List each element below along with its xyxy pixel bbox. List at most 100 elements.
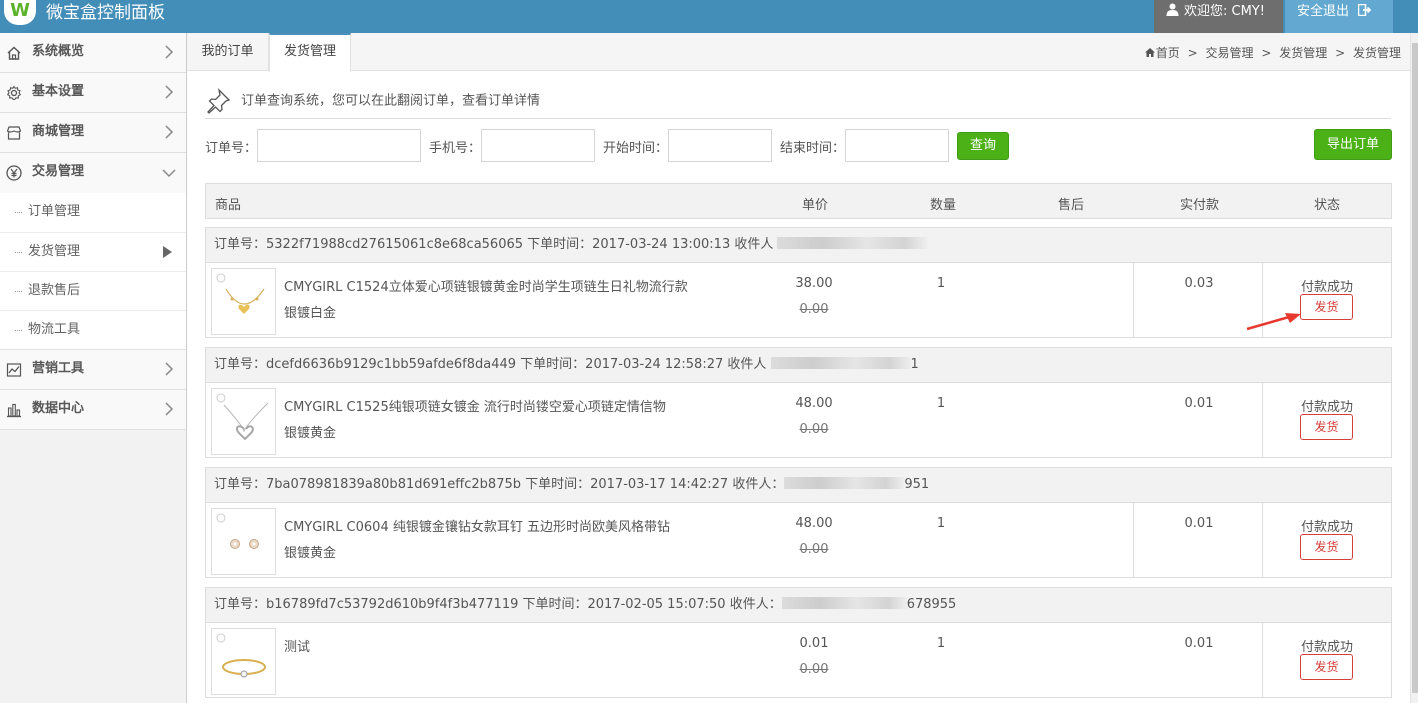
sidebar-item-label: 系统概览 (32, 44, 85, 59)
product-name[interactable]: CMYGIRL C0604 纯银镀金镶钻女款耳钉 五边形时尚欧美风格带钻 (284, 516, 670, 535)
product-spec: 银镀黄金 (284, 546, 337, 561)
original-price: 0.00 (799, 662, 829, 677)
caret-right-icon (163, 246, 172, 258)
quantity: 1 (936, 636, 946, 651)
trade-submenu: 订单管理 发货管理 退款售后 物流工具 (0, 193, 186, 350)
product-thumbnail[interactable] (211, 268, 276, 335)
column-header: 商品 (215, 198, 242, 213)
sidebar-item-mall[interactable]: 商城管理 (0, 113, 186, 153)
tab-my-orders[interactable]: 我的订单 (187, 33, 269, 71)
end-time-input[interactable] (845, 129, 949, 162)
sidebar-subitem-label: 发货管理 (28, 244, 81, 259)
export-orders-button[interactable]: 导出订单 (1314, 129, 1392, 160)
vertical-scrollbar[interactable] (1410, 33, 1418, 703)
paid-amount: 0.01 (1184, 636, 1214, 651)
product-name[interactable]: 测试 (284, 636, 310, 655)
necklace-heart-icon (216, 273, 265, 314)
sidebar-item-label: 基本设置 (32, 84, 85, 99)
unit-price: 0.01 (799, 636, 829, 651)
quantity: 1 (936, 516, 946, 531)
original-price: 0.00 (799, 302, 829, 317)
phone-input[interactable] (481, 129, 595, 162)
page-notice: 订单查询系统，您可以在此翻阅订单，查看订单详情 (205, 88, 540, 114)
chevron-right-icon (165, 85, 174, 99)
column-divider (1133, 503, 1134, 577)
ship-button[interactable]: 发货 (1300, 654, 1353, 680)
tree-dash (15, 252, 22, 253)
sidebar-subitem-logistics[interactable]: 物流工具 (0, 310, 186, 349)
order-header: 订单号：7ba078981839a80b81d691effc2b875b 下单时… (206, 468, 1391, 503)
breadcrumb-separator: > (1187, 46, 1198, 60)
sidebar-subitem-shipping[interactable]: 发货管理 (0, 232, 186, 271)
ship-button[interactable]: 发货 (1300, 294, 1353, 320)
order-card: 订单号：dcefd6636b9129c1bb59afde6f8da449 下单时… (205, 347, 1392, 458)
scrollbar-thumb[interactable] (1412, 43, 1418, 693)
breadcrumb-item[interactable]: 发货管理 (1279, 46, 1327, 60)
paid-amount: 0.01 (1184, 516, 1214, 531)
app-title: 微宝盒控制面板 (46, 3, 165, 23)
product-thumbnail[interactable] (211, 388, 276, 455)
column-header: 状态 (1314, 198, 1341, 213)
breadcrumb-item[interactable]: 交易管理 (1206, 46, 1254, 60)
paid-amount: 0.01 (1184, 396, 1214, 411)
order-card: 订单号：5322f71988cd27615061c8e68ca56065 下单时… (205, 227, 1392, 338)
order-header: 订单号：b16789fd7c53792d610b9f4f3b477119 下单时… (206, 588, 1391, 623)
breadcrumb-separator: > (1261, 46, 1272, 60)
unit-price: 48.00 (795, 516, 833, 531)
sidebar-item-label: 商城管理 (32, 124, 85, 139)
order-status: 付款成功 (1300, 400, 1353, 415)
sidebar-item-basic-settings[interactable]: 基本设置 (0, 73, 186, 113)
sidebar-item-label: 营销工具 (32, 361, 85, 376)
product-thumbnail[interactable] (211, 628, 276, 695)
order-info: 订单号：dcefd6636b9129c1bb59afde6f8da449 下单时… (214, 357, 767, 372)
main-content: 我的订单 发货管理 首页 > 交易管理 > 发货管理 > 发货管理 订单查询系统… (187, 33, 1418, 703)
order-status: 付款成功 (1300, 280, 1353, 295)
end-time-label: 结束时间： (780, 141, 846, 156)
column-divider (1262, 503, 1263, 577)
order-status: 付款成功 (1300, 640, 1353, 655)
ship-button[interactable]: 发货 (1300, 534, 1353, 560)
store-icon (6, 126, 22, 140)
sign-out-icon (1358, 4, 1372, 16)
sidebar-item-label: 数据中心 (32, 401, 85, 416)
sidebar-item-marketing[interactable]: 营销工具 (0, 350, 186, 390)
order-card: 订单号：b16789fd7c53792d610b9f4f3b477119 下单时… (205, 587, 1392, 698)
sidebar-subitem-refunds[interactable]: 退款售后 (0, 271, 186, 310)
table-header: 商品 单价 数量 售后 实付款 状态 (205, 183, 1392, 219)
product-thumbnail[interactable] (211, 508, 276, 575)
sidebar-item-trade[interactable]: 交易管理 (0, 153, 186, 193)
app-logo: W (4, 0, 36, 25)
column-divider (1262, 623, 1263, 697)
breadcrumb-item[interactable]: 首页 (1156, 46, 1180, 60)
chevron-right-icon (165, 125, 174, 139)
earrings-icon (216, 513, 259, 549)
sidebar-subitem-orders[interactable]: 订单管理 (0, 193, 186, 232)
sidebar-item-data-center[interactable]: 数据中心 (0, 390, 186, 430)
column-header: 单价 (802, 198, 829, 213)
tree-dash (15, 330, 22, 331)
product-name[interactable]: CMYGIRL C1525纯银项链女镀金 流行时尚镂空爱心项链定情信物 (284, 396, 666, 415)
chevron-right-icon (165, 402, 174, 416)
user-menu[interactable]: 欢迎您: CMY! (1154, 0, 1283, 33)
gear-icon (6, 85, 22, 101)
chart-line-icon (6, 363, 22, 377)
product-name[interactable]: CMYGIRL C1524立体爱心项链银镀黄金时尚学生项链生日礼物流行款 (284, 276, 688, 295)
unit-price: 38.00 (795, 276, 833, 291)
ship-button[interactable]: 发货 (1300, 414, 1353, 440)
sidebar-item-overview[interactable]: 系统概览 (0, 33, 186, 73)
sidebar-subitem-label: 订单管理 (28, 204, 81, 219)
order-header: 订单号：dcefd6636b9129c1bb59afde6f8da449 下单时… (206, 348, 1391, 383)
breadcrumb-item: 发货管理 (1352, 46, 1401, 60)
blurred-recipient (770, 357, 911, 369)
order-no-input[interactable] (257, 129, 421, 162)
chevron-down-icon (162, 169, 176, 178)
tab-shipping[interactable]: 发货管理 (269, 33, 351, 72)
tree-dash (15, 291, 22, 292)
bar-chart-icon (7, 403, 21, 418)
start-time-input[interactable] (668, 129, 772, 162)
column-header: 实付款 (1180, 198, 1220, 213)
query-button[interactable]: 查询 (957, 132, 1009, 160)
logout-button[interactable]: 安全退出 (1285, 0, 1393, 33)
top-navbar: W 微宝盒控制面板 欢迎您: CMY! 安全退出 (0, 0, 1418, 33)
logout-label: 安全退出 (1297, 4, 1350, 19)
